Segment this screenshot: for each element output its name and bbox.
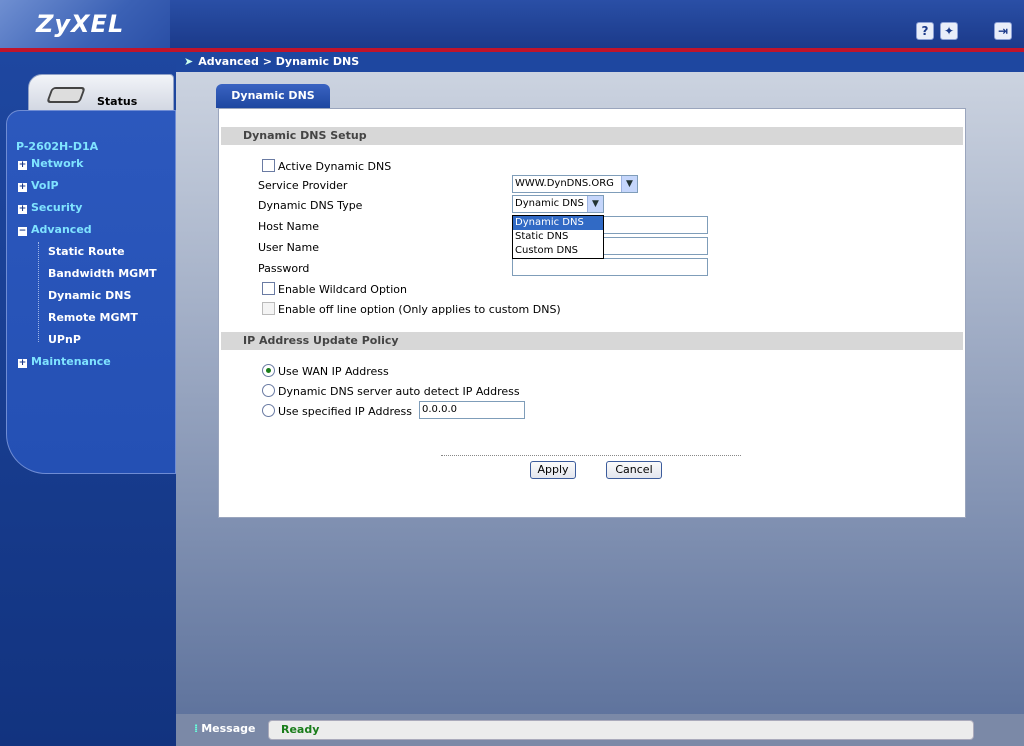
status-tab-label: Status — [97, 95, 138, 108]
password-label: Password — [258, 262, 310, 275]
breadcrumb: ➤ Advanced > Dynamic DNS — [176, 52, 1024, 72]
dropdown-option-static-dns[interactable]: Static DNS — [513, 230, 603, 244]
wildcard-label: Enable Wildcard Option — [278, 283, 408, 296]
breadcrumb-text: Advanced > Dynamic DNS — [198, 55, 360, 68]
dropdown-option-dynamic-dns[interactable]: Dynamic DNS — [513, 216, 603, 230]
host-name-label: Host Name — [258, 220, 319, 233]
help-icon[interactable]: ? — [916, 22, 934, 40]
sidebar-item-dynamic-dns[interactable]: Dynamic DNS — [48, 288, 131, 304]
dropdown-option-custom-dns[interactable]: Custom DNS — [513, 244, 603, 258]
ddns-type-select[interactable]: Dynamic DNS ▼ — [512, 195, 604, 213]
menu-network-label: Network — [31, 157, 84, 170]
button-divider — [441, 455, 741, 456]
specified-ip-label: Use specified IP Address — [278, 405, 412, 418]
collapse-icon: − — [18, 226, 27, 236]
main-area: ➤ Advanced > Dynamic DNS Dynamic DNS Dyna… — [176, 52, 1024, 746]
logout-icon[interactable]: ⇥ — [994, 22, 1012, 40]
active-ddns-checkbox[interactable] — [262, 159, 275, 172]
sidebar-item-upnp[interactable]: UPnP — [48, 332, 81, 348]
message-box: Ready — [268, 720, 974, 740]
zyxel-logo: ZyXEL — [36, 10, 125, 38]
wildcard-checkbox[interactable] — [262, 282, 275, 295]
expand-icon: + — [18, 182, 27, 192]
message-label: ⁞ Message — [194, 722, 255, 735]
wizard-icon[interactable]: ✦ — [940, 22, 958, 40]
user-name-label: User Name — [258, 241, 320, 254]
chevron-down-icon: ▼ — [587, 196, 603, 212]
menu-voip-label: VoIP — [31, 179, 59, 192]
service-provider-select[interactable]: WWW.DynDNS.ORG ▼ — [512, 175, 638, 193]
service-provider-value: WWW.DynDNS.ORG — [515, 178, 614, 189]
chevron-down-icon: ▼ — [621, 176, 637, 192]
expand-icon: + — [18, 204, 27, 214]
cancel-button[interactable]: Cancel — [606, 461, 662, 479]
device-model: P-2602H-D1A — [16, 140, 99, 153]
specified-ip-radio[interactable] — [262, 404, 275, 417]
header-bar: ZyXEL ? ✦ ⇥ — [0, 0, 1024, 48]
offline-option-checkbox[interactable] — [262, 302, 275, 315]
menu-advanced-label: Advanced — [31, 223, 92, 236]
specified-ip-input[interactable]: 0.0.0.0 — [419, 401, 525, 419]
menu-advanced[interactable]: − Advanced — [18, 222, 92, 238]
ddns-type-value: Dynamic DNS — [515, 198, 584, 209]
service-provider-label: Service Provider — [258, 179, 348, 192]
status-bar: ⁞ Message Ready — [176, 714, 1024, 746]
apply-button[interactable]: Apply — [530, 461, 576, 479]
tab-dynamic-dns[interactable]: Dynamic DNS — [216, 84, 330, 108]
breadcrumb-arrow-icon: ➤ — [184, 55, 194, 68]
offline-option-label: Enable off line option (Only applies to … — [278, 303, 561, 316]
ddns-type-label: Dynamic DNS Type — [258, 199, 363, 212]
section-heading-ip-update-policy: IP Address Update Policy — [221, 332, 963, 350]
menu-security-label: Security — [31, 201, 83, 214]
message-label-text: Message — [201, 722, 256, 735]
sidebar-item-bandwidth-mgmt[interactable]: Bandwidth MGMT — [48, 266, 157, 282]
use-wan-ip-radio[interactable] — [262, 364, 275, 377]
sidebar-item-remote-mgmt[interactable]: Remote MGMT — [48, 310, 138, 326]
sidebar-item-static-route[interactable]: Static Route — [48, 244, 125, 260]
password-input[interactable] — [512, 258, 708, 276]
auto-detect-ip-radio[interactable] — [262, 384, 275, 397]
message-dots-icon: ⁞ — [194, 722, 199, 735]
active-ddns-label: Active Dynamic DNS — [278, 160, 392, 173]
settings-panel: Dynamic DNS Setup Active Dynamic DNS Ser… — [218, 108, 966, 518]
expand-icon: + — [18, 358, 27, 368]
menu-network[interactable]: + Network — [18, 156, 83, 172]
auto-detect-ip-label: Dynamic DNS server auto detect IP Addres… — [278, 385, 520, 398]
ddns-type-dropdown-list: Dynamic DNS Static DNS Custom DNS — [512, 215, 604, 259]
expand-icon: + — [18, 160, 27, 170]
use-wan-ip-label: Use WAN IP Address — [278, 365, 389, 378]
logo-area: ZyXEL — [0, 0, 170, 48]
tree-connector — [38, 242, 39, 342]
menu-maintenance-label: Maintenance — [31, 355, 111, 368]
menu-voip[interactable]: + VoIP — [18, 178, 59, 194]
sidebar: Status P-2602H-D1A + Network + VoIP + Secur… — [0, 52, 176, 746]
router-icon — [46, 87, 86, 103]
menu-security[interactable]: + Security — [18, 200, 82, 216]
section-heading-ddns-setup: Dynamic DNS Setup — [221, 127, 963, 145]
menu-maintenance[interactable]: + Maintenance — [18, 354, 111, 370]
